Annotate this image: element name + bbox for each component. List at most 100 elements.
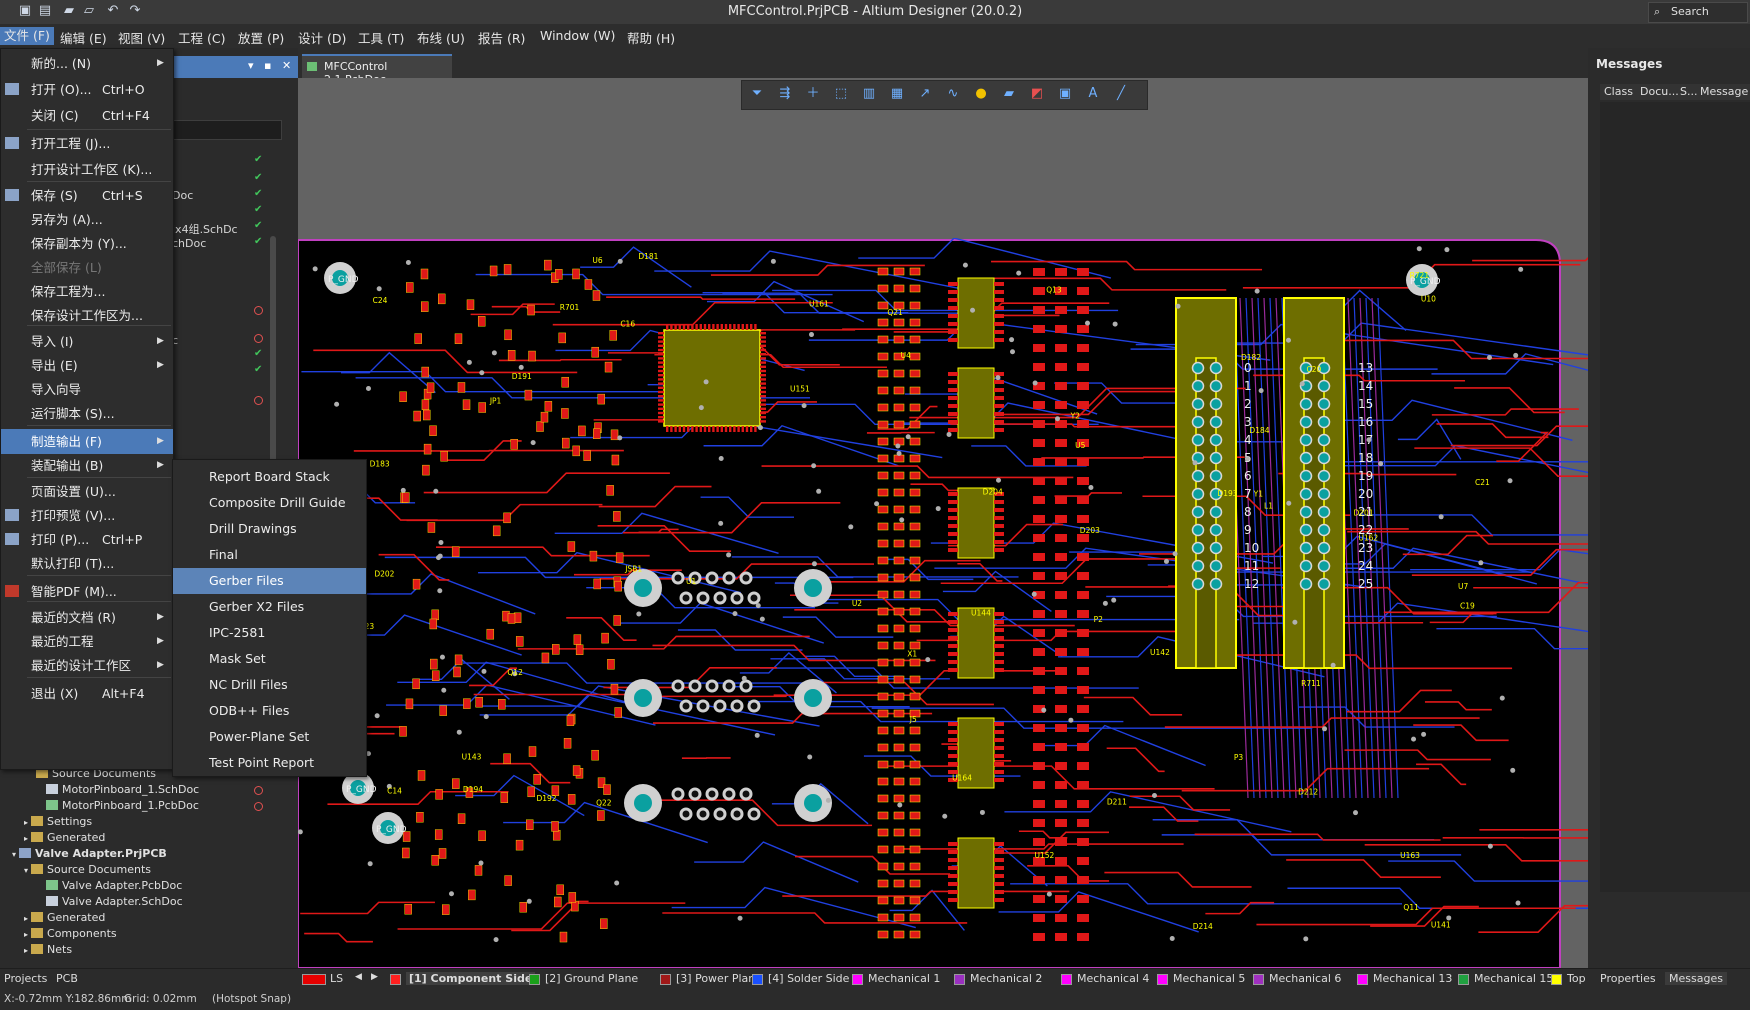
file-menu-item-18[interactable]: 打印预览 (V)... bbox=[1, 503, 173, 528]
line-icon[interactable]: ╱ bbox=[1112, 85, 1130, 103]
menu-tools[interactable]: 工具 (T) bbox=[358, 28, 404, 47]
tree-item[interactable]: ▸ Settings bbox=[0, 814, 290, 830]
file-menu-item-8[interactable]: 全部保存 (L) bbox=[1, 255, 173, 280]
project-search-input[interactable] bbox=[172, 120, 282, 140]
file-menu-item-21[interactable]: 智能PDF (M)... bbox=[1, 579, 173, 604]
menu-place[interactable]: 放置 (P) bbox=[238, 28, 284, 47]
collapse-icon[interactable]: ▾ bbox=[24, 866, 28, 875]
file-menu-item-23[interactable]: 最近的工程 ▶ bbox=[1, 629, 173, 654]
tree-item[interactable]: ▸ Generated bbox=[0, 830, 290, 846]
cross-icon[interactable]: ＋ bbox=[804, 85, 822, 103]
panel-tab-pcb[interactable]: PCB bbox=[56, 972, 78, 985]
file-menu-item-0[interactable]: 新的... (N) ▶ bbox=[1, 51, 173, 76]
file-menu-item-22[interactable]: 最近的文档 (R) ▶ bbox=[1, 605, 173, 630]
layer-tab[interactable]: [2] Ground Plane bbox=[545, 972, 638, 985]
file-menu-item-15[interactable]: 制造输出 (F) ▶ bbox=[1, 429, 173, 454]
submenu-item-0[interactable]: Report Board Stack bbox=[173, 464, 366, 490]
text-icon[interactable]: A bbox=[1084, 85, 1102, 103]
panel-tab-properties[interactable]: Properties bbox=[1600, 972, 1656, 985]
close-icon[interactable]: ✕ bbox=[282, 59, 291, 72]
layer-tab[interactable]: [3] Power Plane bbox=[676, 972, 762, 985]
expand-icon[interactable]: ▸ bbox=[24, 818, 28, 827]
tree-item[interactable]: ▸ Nets bbox=[0, 942, 290, 958]
file-menu-item-20[interactable]: 默认打印 (T)... bbox=[1, 551, 173, 576]
submenu-item-3[interactable]: Final bbox=[173, 542, 366, 568]
expand-icon[interactable]: ▸ bbox=[24, 834, 28, 843]
pad-icon[interactable]: ● bbox=[972, 85, 990, 103]
document-tab[interactable]: MFCControl 2.1.PcbDoc bbox=[302, 54, 452, 86]
menu-design[interactable]: 设计 (D) bbox=[298, 28, 346, 47]
select-rect-icon[interactable]: ⬚ bbox=[832, 85, 850, 103]
differential-icon[interactable]: ∿ bbox=[944, 85, 962, 103]
file-menu-item-17[interactable]: 页面设置 (U)... bbox=[1, 479, 173, 504]
submenu-item-8[interactable]: NC Drill Files bbox=[173, 672, 366, 698]
layer-tab[interactable]: Mechanical 5 bbox=[1173, 972, 1245, 985]
pcb-canvas[interactable]: ⏷ ⇶ ＋ ⬚ ▥ ▦ ↗ ∿ ● ▰ ◩ ▣ A ╱ 012345678910… bbox=[298, 78, 1588, 968]
column-source[interactable]: S... bbox=[1680, 85, 1697, 98]
submenu-item-4[interactable]: Gerber Files bbox=[173, 568, 366, 594]
tree-item[interactable]: Valve Adapter.SchDoc bbox=[0, 894, 290, 910]
menu-window[interactable]: Window (W) bbox=[540, 28, 615, 43]
tree-item-partial[interactable]: ix4组.SchDc bbox=[172, 221, 238, 237]
file-menu-item-16[interactable]: 装配输出 (B) ▶ bbox=[1, 453, 173, 478]
file-menu-item-14[interactable]: 运行脚本 (S)... bbox=[1, 401, 173, 426]
file-menu-item-6[interactable]: 另存为 (A)... bbox=[1, 207, 173, 232]
panel-menu-icon[interactable]: ▾ bbox=[248, 59, 254, 72]
tree-item[interactable]: ▾ Source Documents bbox=[0, 862, 290, 878]
tree-item-partial[interactable]: Doc bbox=[172, 189, 193, 202]
menu-edit[interactable]: 编辑 (E) bbox=[60, 28, 107, 47]
menu-project[interactable]: 工程 (C) bbox=[178, 28, 225, 47]
filter-icon[interactable]: ⏷ bbox=[748, 85, 766, 103]
tree-item[interactable]: ▸ Generated bbox=[0, 910, 290, 926]
tree-item[interactable]: ▸ Components bbox=[0, 926, 290, 942]
layer-tab[interactable]: Mechanical 13 bbox=[1373, 972, 1452, 985]
file-menu-item-4[interactable]: 打开设计工作区 (K)... bbox=[1, 157, 173, 182]
tree-item[interactable]: MotorPinboard_1.SchDoc bbox=[0, 782, 290, 798]
layer-tab[interactable]: Mechanical 4 bbox=[1077, 972, 1149, 985]
panel-tab-messages[interactable]: Messages bbox=[1665, 972, 1727, 985]
search-input[interactable]: ⌕ Search bbox=[1648, 2, 1748, 23]
menu-help[interactable]: 帮助 (H) bbox=[627, 28, 675, 47]
panel-tab-projects[interactable]: Projects bbox=[4, 972, 47, 985]
collapse-icon[interactable]: ▾ bbox=[12, 850, 16, 859]
component-icon[interactable]: ▦ bbox=[888, 85, 906, 103]
file-menu-item-24[interactable]: 最近的设计工作区 ▶ bbox=[1, 653, 173, 678]
prev-layer-icon[interactable]: ◀ bbox=[355, 972, 362, 982]
file-menu-item-1[interactable]: 打开 (O)... Ctrl+O bbox=[1, 77, 173, 102]
file-menu-item-7[interactable]: 保存副本为 (Y)... bbox=[1, 231, 173, 256]
file-menu-item-19[interactable]: 打印 (P)... Ctrl+P bbox=[1, 527, 173, 552]
file-menu-item-9[interactable]: 保存工程为... bbox=[1, 279, 173, 304]
file-menu-item-2[interactable]: 关闭 (C) Ctrl+F4 bbox=[1, 103, 173, 128]
layer-tab[interactable]: Mechanical 6 bbox=[1269, 972, 1341, 985]
menu-file[interactable]: 文件 (F) bbox=[0, 27, 54, 45]
layer-tab[interactable]: [4] Solder Side bbox=[768, 972, 849, 985]
string-icon[interactable]: ▣ bbox=[1056, 85, 1074, 103]
layer-tab[interactable]: LS bbox=[330, 972, 343, 985]
submenu-item-7[interactable]: Mask Set bbox=[173, 646, 366, 672]
expand-icon[interactable]: ▸ bbox=[24, 930, 28, 939]
route-icon[interactable]: ⇶ bbox=[776, 85, 794, 103]
layer-tab[interactable]: Top bbox=[1567, 972, 1586, 985]
file-menu-item-25[interactable]: 退出 (X) Alt+F4 bbox=[1, 681, 173, 706]
column-message[interactable]: Message bbox=[1700, 85, 1748, 98]
submenu-item-1[interactable]: Composite Drill Guide bbox=[173, 490, 366, 516]
tree-item[interactable]: ▾ Valve Adapter.PrjPCB bbox=[0, 846, 290, 862]
chart-icon[interactable]: ▥ bbox=[860, 85, 878, 103]
file-menu-item-13[interactable]: 导入向导 bbox=[1, 377, 173, 402]
expand-icon[interactable]: ▸ bbox=[24, 914, 28, 923]
file-menu-item-5[interactable]: 保存 (S) Ctrl+S bbox=[1, 183, 173, 208]
pcb-board[interactable]: 0123456789101112131415161718192021222324… bbox=[298, 238, 1588, 968]
submenu-item-10[interactable]: Power-Plane Set bbox=[173, 724, 366, 750]
file-menu-item-3[interactable]: 打开工程 (J)... bbox=[1, 131, 173, 156]
expand-icon[interactable]: ▸ bbox=[24, 946, 28, 955]
layer-tab[interactable]: Mechanical 2 bbox=[970, 972, 1042, 985]
submenu-item-9[interactable]: ODB++ Files bbox=[173, 698, 366, 724]
layer-tab[interactable]: Mechanical 15 bbox=[1474, 972, 1553, 985]
interactive-route-icon[interactable]: ↗ bbox=[916, 85, 934, 103]
submenu-item-2[interactable]: Drill Drawings bbox=[173, 516, 366, 542]
tree-item[interactable]: Valve Adapter.PcbDoc bbox=[0, 878, 290, 894]
submenu-item-11[interactable]: Test Point Report bbox=[173, 750, 366, 776]
layer-tab[interactable]: [1] Component Side bbox=[406, 972, 536, 985]
file-menu-item-10[interactable]: 保存设计工作区为... bbox=[1, 303, 173, 328]
submenu-item-5[interactable]: Gerber X2 Files bbox=[173, 594, 366, 620]
